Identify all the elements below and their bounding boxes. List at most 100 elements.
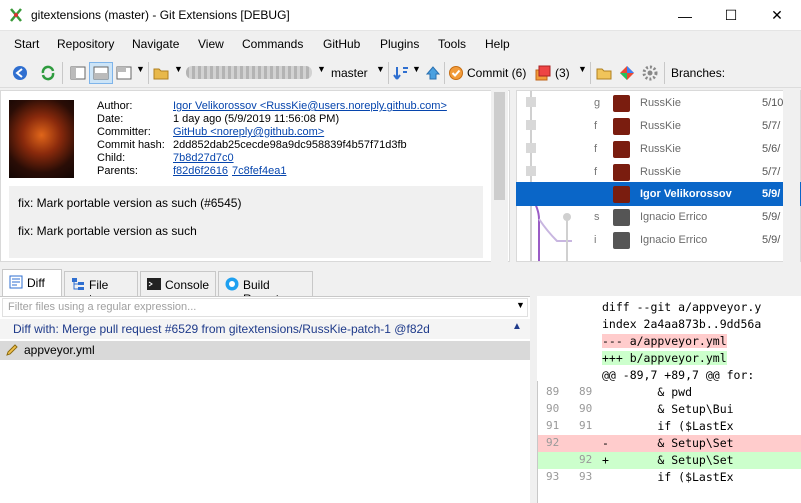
diff-old-line-number: 92 [546,436,560,449]
revision-row[interactable]: f RussKie 5/7/ [516,161,801,184]
layout-dropdown-arrow-icon[interactable]: ▼ [136,64,145,74]
stash-count[interactable]: (3) [555,66,570,80]
maximize-button[interactable]: ☐ [708,0,754,31]
author-avatar-small [613,186,630,203]
revision-row[interactable]: f RussKie 5/6/ [516,138,801,161]
diff-new-line-number: 89 [579,385,593,398]
open-folder-icon[interactable] [596,65,612,81]
pull-icon[interactable] [393,65,409,81]
diff-line: 92 + & Setup\Set [538,452,801,469]
back-icon[interactable] [12,65,28,81]
collapse-chevron-icon[interactable]: ▲ [512,321,522,332]
filter-dropdown-arrow-icon[interactable]: ▼ [516,300,525,310]
revision-date: 5/6/ [762,143,781,155]
tab-file-tree[interactable]: File tree [64,271,138,306]
minimize-button[interactable]: — [662,0,708,31]
refresh-icon[interactable] [40,65,56,81]
revision-date: 5/9/ [762,211,781,223]
menu-help[interactable]: Help [485,37,510,51]
git-gui-icon[interactable] [619,65,635,81]
commit-message-subject: fix: Mark portable version as such (#654… [18,196,242,210]
branch-dropdown-arrow-icon[interactable]: ▼ [376,64,385,74]
revision-row[interactable]: g RussKie 5/10 [516,92,801,115]
menu-tools[interactable]: Tools [438,37,466,51]
revision-author: RussKie [640,166,681,178]
diff-new-line-number: 90 [579,402,593,415]
revision-date: 5/10 [762,97,784,109]
parent-link-2[interactable]: 7c8fef4ea1 [232,165,286,177]
menu-view[interactable]: View [198,37,224,51]
commit-hash-label: Commit hash: [97,139,165,151]
push-icon[interactable] [425,65,441,81]
revision-author: Ignacio Errico [640,211,708,223]
revision-ref: s [594,211,600,223]
menu-commands[interactable]: Commands [242,37,303,51]
layout-split-icon[interactable] [93,65,109,81]
revision-row[interactable]: rIgor Velikorossov5/9/ [516,183,801,206]
layout-left-icon[interactable] [70,65,86,81]
diff-line: 90 90 & Setup\Bui [538,401,801,418]
menu-plugins[interactable]: Plugins [380,37,419,51]
diff-icon [9,275,23,289]
commit-icon[interactable] [448,65,464,81]
author-link[interactable]: Igor Velikorossov <RussKie@users.noreply… [173,100,447,112]
author-avatar-small [613,164,630,181]
info-scrollbar-thumb[interactable] [494,92,505,200]
info-scrollbar[interactable] [491,90,508,262]
file-filter-input[interactable]: Filter files using a regular expression.… [2,298,528,317]
revision-row[interactable]: s Ignacio Errico 5/9/ [516,206,801,229]
diff-line-text: if ($LastEx [602,419,734,433]
revision-row[interactable]: i Ignacio Errico 5/9/ [516,229,801,252]
repo-dropdown-arrow-icon[interactable]: ▼ [174,64,183,74]
diff-line-text: --- a/appveyor.yml [602,334,727,348]
pull-dropdown-arrow-icon[interactable]: ▼ [412,64,421,74]
tab-console[interactable]: Console [140,271,216,297]
settings-gear-icon[interactable] [642,65,658,81]
author-avatar-small [613,209,630,226]
diff-line-text: - & Setup\Set [602,436,734,450]
child-label: Child: [97,152,126,164]
diff-new-line-number: 92 [579,453,593,466]
diff-line-text: & pwd [602,385,693,399]
menu-start[interactable]: Start [14,37,39,51]
revision-row[interactable]: f RussKie 5/7/ [516,115,801,138]
path-dropdown-arrow-icon[interactable]: ▼ [317,64,326,74]
diff-old-line-number: 93 [546,470,560,483]
parent-link-1[interactable]: f82d6f2616 [173,165,228,177]
splitter[interactable] [0,262,801,269]
branch-selector[interactable]: master [331,66,368,80]
diff-old-line-number: 91 [546,419,560,432]
diff-with-header[interactable]: Diff with: Merge pull request #6529 from… [0,319,530,339]
revision-author: RussKie [640,97,681,109]
revision-author: Igor Velikorossov [640,188,732,200]
menu-github[interactable]: GitHub [323,37,360,51]
menu-navigate[interactable]: Navigate [132,37,179,51]
diff-line-text: index 2a4aa873b..9dd56a [602,317,762,331]
tab-build-report[interactable]: Build Report [218,271,313,306]
committer-label: Committer: [97,126,151,138]
close-button[interactable]: ✕ [754,0,800,31]
revision-ref: i [594,234,597,246]
folder-repo-icon[interactable] [153,65,169,81]
git-extensions-logo-icon [10,8,22,22]
committer-link[interactable]: GitHub <noreply@github.com> [173,126,324,138]
toolbar-separator [590,62,591,84]
grid-scrollbar[interactable] [783,90,800,262]
layout-right-icon[interactable] [116,65,132,81]
tab-console-label: Console [165,278,210,292]
diff-splitter[interactable] [530,296,537,503]
child-link[interactable]: 7b8d27d7c0 [173,152,234,164]
title-bar: gitextensions (master) - Git Extensions … [0,0,801,31]
changed-file-row[interactable]: appveyor.yml [0,341,530,360]
repository-path-obscured[interactable] [186,66,312,79]
menu-repository[interactable]: Repository [57,37,114,51]
tab-diff[interactable]: Diff [2,269,62,297]
stash-dropdown-arrow-icon[interactable]: ▼ [578,64,587,74]
author-avatar-small [613,118,630,135]
revision-author: Ignacio Errico [640,234,708,246]
stash-icon[interactable] [535,65,551,81]
commit-button[interactable]: Commit (6) [467,66,526,80]
modified-file-pencil-icon [6,344,18,356]
date-label: Date: [97,113,124,125]
commit-hash: 2dd852dab25cecde98a9dc958839f4b57f71d3fb [173,139,407,151]
